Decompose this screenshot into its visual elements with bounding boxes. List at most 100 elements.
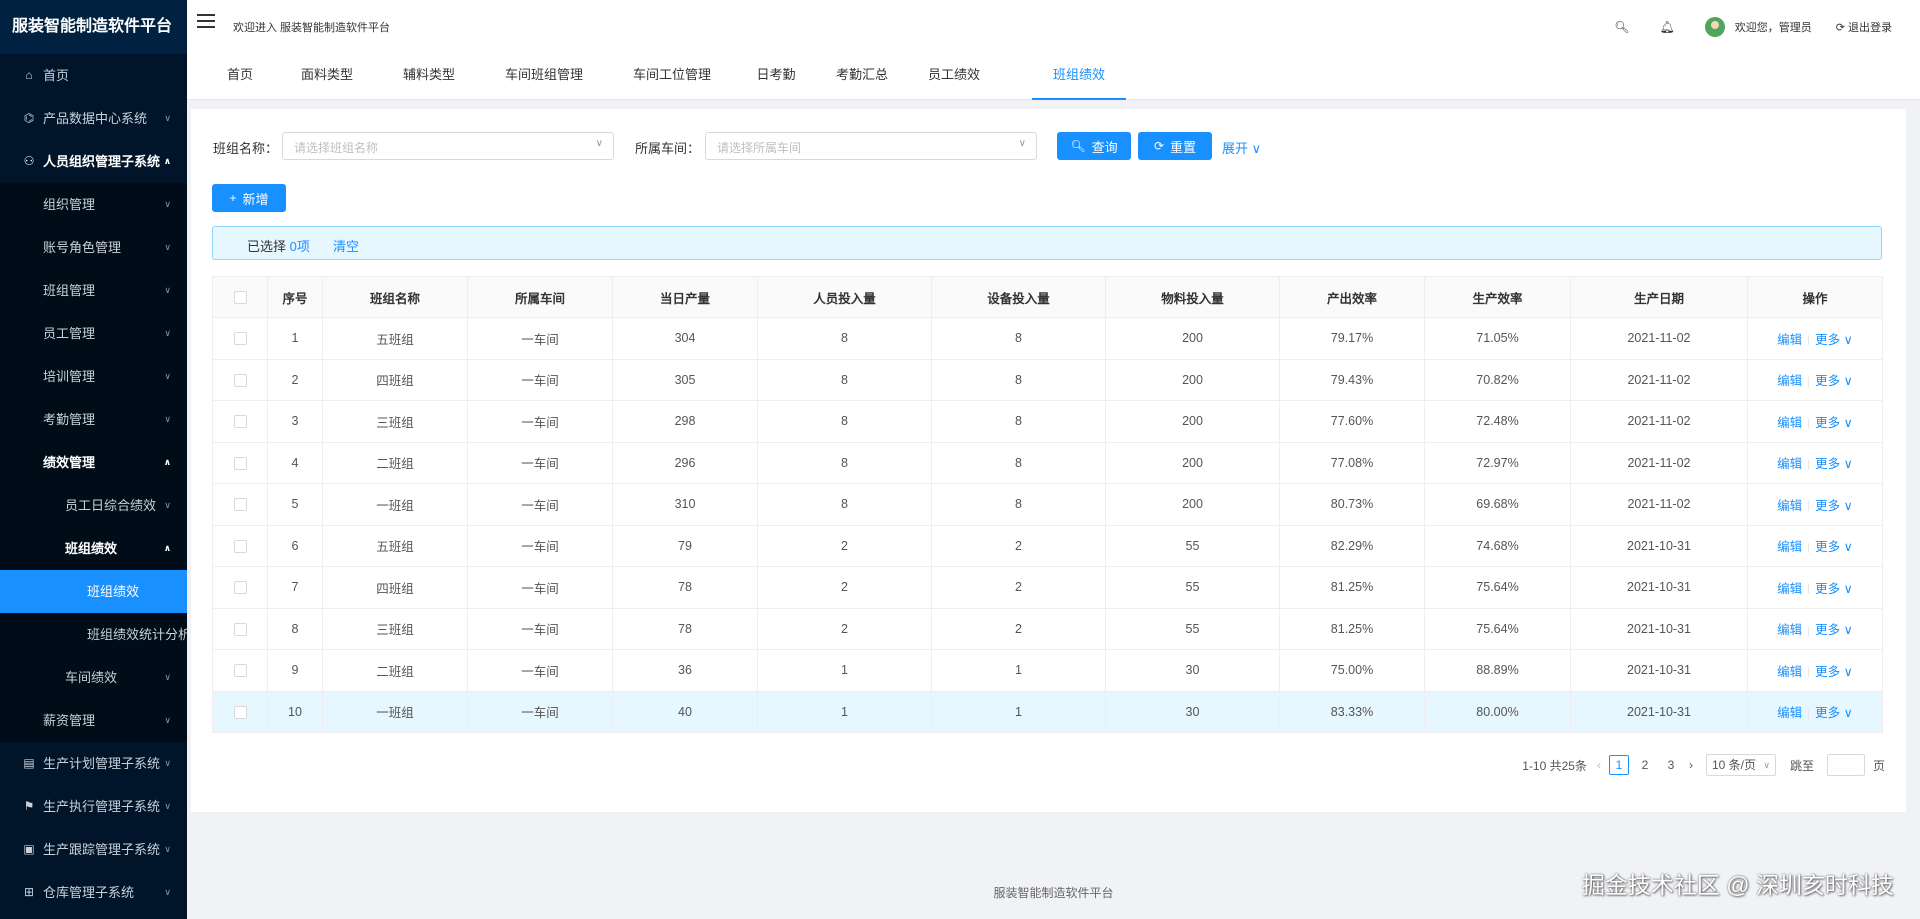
bell-icon[interactable]: 🔔︎ [1659, 20, 1674, 34]
avatar[interactable] [1704, 17, 1725, 37]
row-checkbox[interactable] [233, 705, 247, 719]
edit-link[interactable]: 编辑 [1777, 499, 1802, 513]
table-row[interactable]: 4 二班组 一车间 296 8 8 200 77.08% 72.97% 2021-11-02 编辑更… [212, 441, 1883, 484]
sidebar-item-team-perf-stats[interactable]: 班组绩效统计分析 [0, 613, 187, 656]
team-name-select[interactable]: 请选择班组名称 ∨ [282, 132, 614, 160]
sidebar-item-team-perf-page[interactable]: 班组绩效 [0, 570, 187, 613]
reset-button[interactable]: ⟳ 重置 [1138, 132, 1212, 160]
table-row[interactable]: 3 三班组 一车间 298 8 8 200 77.60% 72.48% 2021-11-02 编辑更… [212, 400, 1883, 443]
edit-link[interactable]: 编辑 [1777, 416, 1802, 430]
more-dropdown[interactable]: 更多 ∨ [1815, 665, 1853, 679]
sidebar-item-label: 仓库管理子系统 [43, 885, 135, 900]
edit-link[interactable]: 编辑 [1777, 623, 1802, 637]
row-checkbox[interactable] [233, 332, 247, 346]
sidebar-item-warehouse[interactable]: ⊞ 仓库管理子系统 ∨ [0, 871, 187, 914]
sidebar-item-account[interactable]: 账号角色管理 ∨ [0, 226, 187, 269]
tab-accessory-type[interactable]: 辅料类型 [396, 54, 462, 100]
sidebar-item-training[interactable]: 培训管理 ∨ [0, 355, 187, 398]
sidebar-item-product-data[interactable]: ⌬ 产品数据中心系统 ∨ [0, 97, 187, 140]
tab-home[interactable]: 首页 [220, 54, 260, 100]
table-row[interactable]: 5 一班组 一车间 310 8 8 200 80.73% 69.68% 2021-11-02 编辑更… [212, 483, 1883, 526]
more-dropdown[interactable]: 更多 ∨ [1815, 499, 1853, 513]
edit-link[interactable]: 编辑 [1777, 540, 1802, 554]
more-dropdown[interactable]: 更多 ∨ [1815, 457, 1853, 471]
tab-team-performance[interactable]: 班组绩效 [1032, 54, 1126, 100]
menu-fold-icon[interactable] [197, 14, 215, 32]
sidebar-item-performance[interactable]: 绩效管理 ∧ [0, 441, 187, 484]
row-checkbox[interactable] [233, 581, 247, 595]
tab-fabric-type[interactable]: 面料类型 [294, 54, 360, 100]
tab-workshop-station[interactable]: 车间工位管理 [626, 54, 718, 100]
sidebar-item-staff-daily-perf[interactable]: 员工日综合绩效 ∨ [0, 484, 187, 527]
next-page-icon[interactable]: › [1689, 758, 1693, 772]
more-dropdown[interactable]: 更多 ∨ [1815, 416, 1853, 430]
table-row[interactable]: 1 五班组 一车间 304 8 8 200 79.17% 71.05% 2021-11-02 编辑更… [212, 317, 1883, 360]
expand-link[interactable]: 展开 ∨ [1222, 138, 1261, 157]
more-dropdown[interactable]: 更多 ∨ [1815, 706, 1853, 720]
add-button[interactable]: + 新增 [212, 184, 286, 212]
edit-link[interactable]: 编辑 [1777, 665, 1802, 679]
sidebar-item-team[interactable]: 班组管理 ∨ [0, 269, 187, 312]
user-greeting[interactable]: 欢迎您，管理员 [1735, 19, 1812, 35]
edit-link[interactable]: 编辑 [1777, 333, 1802, 347]
table-cell: 四班组 [322, 566, 468, 609]
table-row[interactable]: 10 一班组 一车间 40 1 1 30 83.33% 80.00% 2021-10-31 编辑 更多… [212, 690, 1883, 733]
tab-attendance-summary[interactable]: 考勤汇总 [834, 54, 890, 100]
column-header: 生产日期 [1570, 276, 1748, 318]
table-cell: 4 [267, 441, 323, 484]
clear-selection-link[interactable]: 清空 [333, 236, 359, 255]
table-cell: 一车间 [467, 524, 613, 567]
row-checkbox[interactable] [233, 498, 247, 512]
page-2[interactable]: 2 [1635, 755, 1655, 775]
row-checkbox[interactable] [233, 539, 247, 553]
page-size-select[interactable]: 10 条/页 ∨ [1705, 754, 1776, 776]
search-icon[interactable]: 🔍︎ [1614, 20, 1629, 34]
page-3[interactable]: 3 [1661, 755, 1681, 775]
chevron-down-icon: ∨ [164, 887, 171, 897]
sidebar-item-home[interactable]: ⌂ 首页 [0, 54, 187, 97]
table-row[interactable]: 7 四班组 一车间 78 2 2 55 81.25% 75.64% 2021-10-31 编辑 更多 … [212, 566, 1883, 609]
more-dropdown[interactable]: 更多 ∨ [1815, 623, 1853, 637]
sidebar-item-track[interactable]: ▣ 生产跟踪管理子系统 ∨ [0, 828, 187, 871]
tab-staff-performance[interactable]: 员工绩效 [926, 54, 982, 100]
sidebar-item-org[interactable]: 组织管理 ∨ [0, 183, 187, 226]
edit-link[interactable]: 编辑 [1777, 457, 1802, 471]
row-checkbox[interactable] [233, 415, 247, 429]
row-checkbox[interactable] [233, 373, 247, 387]
row-checkbox[interactable] [233, 456, 247, 470]
table-cell: 6 [267, 524, 323, 567]
sidebar-item-attendance[interactable]: 考勤管理 ∨ [0, 398, 187, 441]
tab-workshop-team[interactable]: 车间班组管理 [498, 54, 590, 100]
sidebar-item-plan[interactable]: ▤ 生产计划管理子系统 ∨ [0, 742, 187, 785]
sidebar-item-workshop-perf[interactable]: 车间绩效 ∨ [0, 656, 187, 699]
more-dropdown[interactable]: 更多 ∨ [1815, 333, 1853, 347]
divider [1808, 501, 1810, 512]
table-cell: 1 [267, 317, 323, 360]
row-checkbox[interactable] [233, 622, 247, 636]
sidebar-item-team-perf[interactable]: 班组绩效 ∧ [0, 527, 187, 570]
tab-daily-attendance[interactable]: 日考勤 [754, 54, 798, 100]
page-1[interactable]: 1 [1608, 755, 1629, 775]
sidebar-item-staff[interactable]: 员工管理 ∨ [0, 312, 187, 355]
logout-button[interactable]: ⟳ 退出登录 [1836, 19, 1892, 35]
table-row[interactable]: 2 四班组 一车间 305 8 8 200 79.43% 70.82% 2021-11-02 编辑更… [212, 358, 1883, 401]
edit-link[interactable]: 编辑 [1777, 582, 1802, 596]
sidebar-item-label: 班组绩效统计分析 [87, 627, 187, 642]
sidebar-item-hr[interactable]: ⚇ 人员组织管理子系统 ∧ [0, 140, 187, 183]
jump-page-input[interactable] [1826, 754, 1865, 776]
table-row[interactable]: 9 二班组 一车间 36 1 1 30 75.00% 88.89% 2021-10-31 编辑 更多 … [212, 649, 1883, 692]
sidebar-item-exec[interactable]: ⚑ 生产执行管理子系统 ∨ [0, 785, 187, 828]
more-dropdown[interactable]: 更多 ∨ [1815, 374, 1853, 388]
edit-link[interactable]: 编辑 [1777, 706, 1802, 720]
row-checkbox[interactable] [233, 664, 247, 678]
more-dropdown[interactable]: 更多 ∨ [1815, 540, 1853, 554]
prev-page-icon[interactable]: ‹ [1597, 758, 1601, 772]
more-dropdown[interactable]: 更多 ∨ [1815, 582, 1853, 596]
select-all-checkbox[interactable] [233, 291, 247, 305]
sidebar-item-salary[interactable]: 薪资管理 ∨ [0, 699, 187, 742]
edit-link[interactable]: 编辑 [1777, 374, 1802, 388]
table-row[interactable]: 8 三班组 一车间 78 2 2 55 81.25% 75.64% 2021-10-31 编辑 更多 … [212, 607, 1883, 650]
query-button[interactable]: 🔍︎ 查询 [1057, 132, 1131, 160]
workshop-select[interactable]: 请选择所属车间 ∨ [705, 132, 1037, 160]
table-row[interactable]: 6 五班组 一车间 79 2 2 55 82.29% 74.68% 2021-10-31 编辑 更多 … [212, 524, 1883, 567]
